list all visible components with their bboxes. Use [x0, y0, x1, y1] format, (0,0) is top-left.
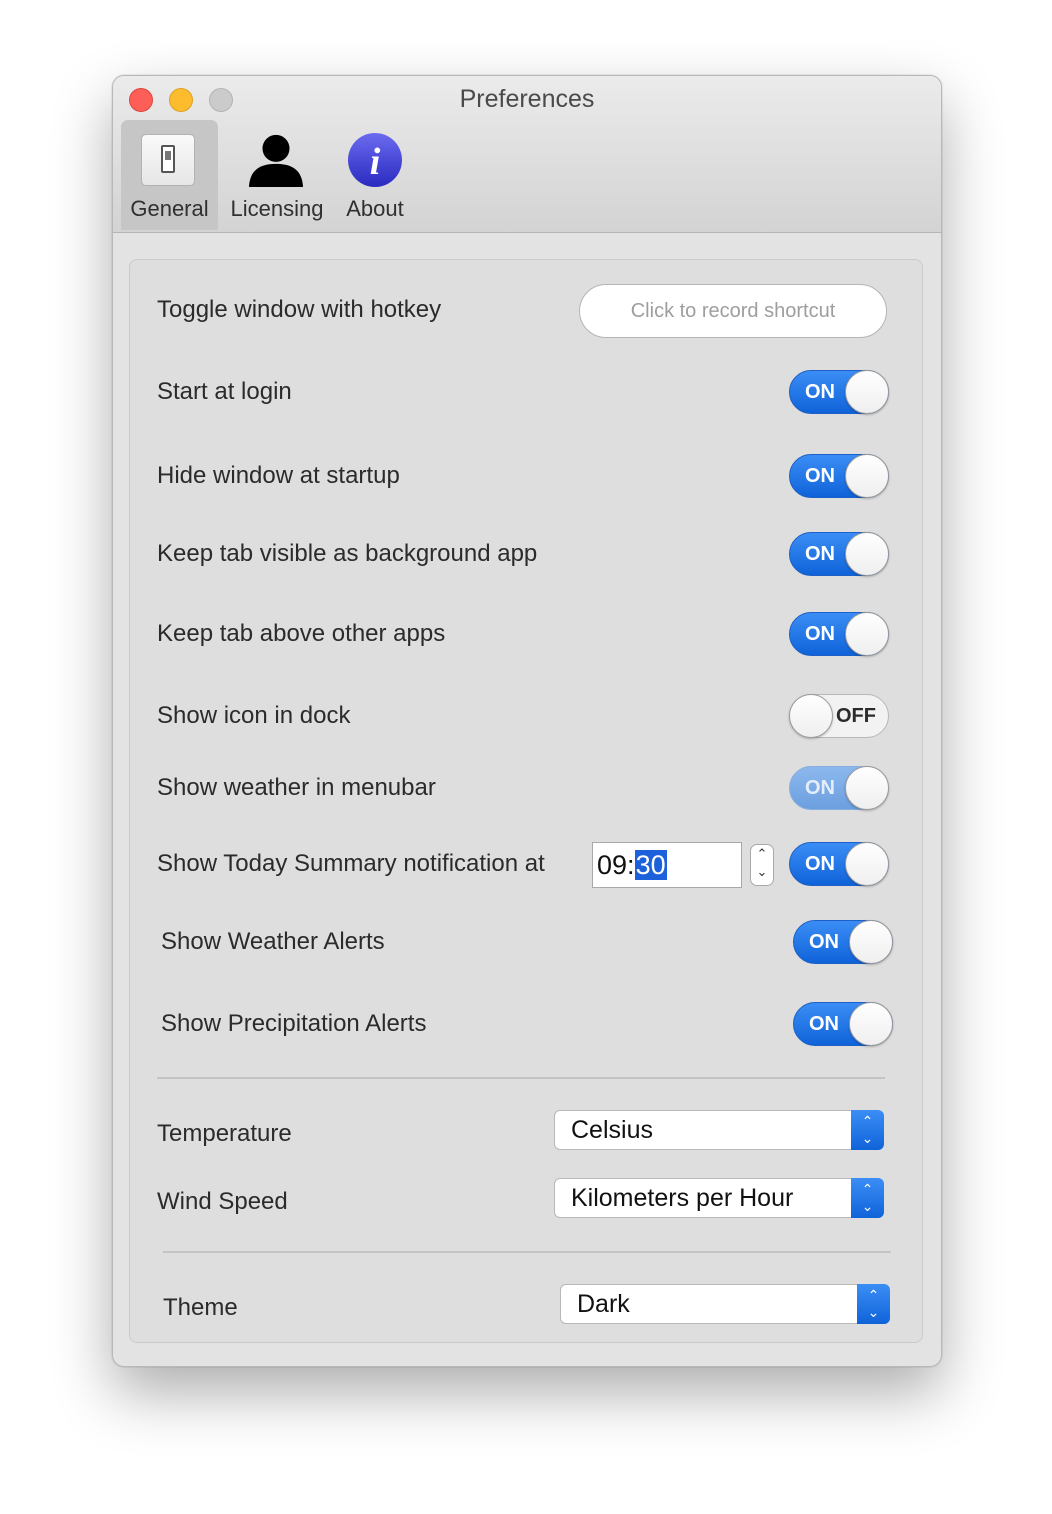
- titlebar: Preferences General Licensing i About: [113, 76, 941, 233]
- keep-above-toggle[interactable]: ON: [789, 612, 889, 656]
- toggle-state: ON: [805, 777, 835, 799]
- summary-time-field[interactable]: 09:30: [592, 842, 742, 888]
- toggle-state: OFF: [836, 705, 876, 727]
- hide-window-label: Hide window at startup: [157, 462, 400, 489]
- precipitation-alerts-toggle[interactable]: ON: [793, 1002, 893, 1046]
- switch-icon: [141, 134, 195, 186]
- theme-select[interactable]: Dark ⌃ ⌄: [560, 1284, 890, 1324]
- toggle-state: ON: [809, 931, 839, 953]
- menubar-weather-label: Show weather in menubar: [157, 774, 436, 801]
- wind-speed-label: Wind Speed: [157, 1188, 288, 1215]
- start-at-login-label: Start at login: [157, 378, 292, 405]
- wind-speed-value: Kilometers per Hour: [571, 1184, 794, 1212]
- show-dock-icon-label: Show icon in dock: [157, 702, 351, 729]
- toggle-state: ON: [805, 853, 835, 875]
- precipitation-alerts-label: Show Precipitation Alerts: [161, 1010, 427, 1037]
- today-summary-toggle[interactable]: ON: [789, 842, 889, 886]
- separator: [163, 1251, 891, 1253]
- today-summary-label: Show Today Summary notification at: [157, 850, 545, 877]
- start-at-login-toggle[interactable]: ON: [789, 370, 889, 414]
- hide-window-toggle[interactable]: ON: [789, 454, 889, 498]
- tab-general[interactable]: General: [121, 120, 218, 230]
- temperature-select[interactable]: Celsius ⌃ ⌄: [554, 1110, 884, 1150]
- weather-alerts-toggle[interactable]: ON: [793, 920, 893, 964]
- toggle-state: ON: [805, 465, 835, 487]
- record-shortcut-button[interactable]: Click to record shortcut: [579, 284, 887, 338]
- preferences-window: Preferences General Licensing i About To…: [112, 75, 942, 1367]
- time-hours[interactable]: 09: [597, 850, 627, 880]
- hotkey-label: Toggle window with hotkey: [157, 296, 442, 323]
- keep-visible-label: Keep tab visible as background app: [157, 540, 538, 567]
- tab-licensing[interactable]: Licensing: [226, 120, 328, 230]
- keep-above-label: Keep tab above other apps: [157, 620, 446, 647]
- separator: [157, 1077, 885, 1079]
- time-minutes[interactable]: 30: [634, 850, 667, 880]
- window-title: Preferences: [459, 85, 595, 113]
- time-separator: :: [627, 850, 635, 880]
- toggle-state: ON: [805, 543, 835, 565]
- svg-text:i: i: [370, 141, 381, 183]
- tab-general-label: General: [130, 196, 209, 221]
- tab-about[interactable]: i About: [334, 120, 416, 230]
- stepper-down-icon[interactable]: ⌄: [751, 863, 773, 881]
- weather-alerts-label: Show Weather Alerts: [161, 928, 385, 955]
- toggle-state: ON: [805, 623, 835, 645]
- tab-licensing-label: Licensing: [230, 196, 324, 221]
- tab-about-label: About: [346, 196, 404, 221]
- temperature-value: Celsius: [571, 1116, 653, 1144]
- show-dock-icon-toggle[interactable]: OFF: [789, 694, 889, 738]
- person-icon: [248, 134, 304, 188]
- general-panel: Toggle window with hotkey Click to recor…: [129, 259, 923, 1343]
- menubar-weather-toggle[interactable]: ON: [789, 766, 889, 810]
- wind-speed-select[interactable]: Kilometers per Hour ⌃ ⌄: [554, 1178, 884, 1218]
- temperature-label: Temperature: [157, 1120, 292, 1147]
- theme-value: Dark: [577, 1290, 630, 1318]
- keep-visible-toggle[interactable]: ON: [789, 532, 889, 576]
- chevron-up-down-icon: ⌃ ⌄: [851, 1110, 884, 1150]
- theme-label: Theme: [163, 1294, 238, 1321]
- info-icon: i: [348, 133, 402, 187]
- chevron-up-down-icon: ⌃ ⌄: [851, 1178, 884, 1218]
- stepper-up-icon[interactable]: ⌃: [751, 845, 773, 863]
- time-stepper[interactable]: ⌃ ⌄: [750, 844, 774, 886]
- toggle-state: ON: [805, 381, 835, 403]
- toggle-state: ON: [809, 1013, 839, 1035]
- chevron-up-down-icon: ⌃ ⌄: [857, 1284, 890, 1324]
